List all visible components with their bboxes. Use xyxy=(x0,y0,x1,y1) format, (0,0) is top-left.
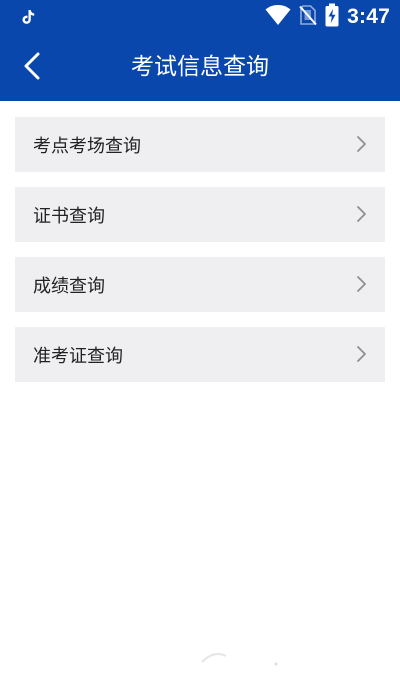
menu-item-certificate-query[interactable]: 证书查询 xyxy=(15,187,385,242)
chevron-right-icon xyxy=(355,135,367,153)
status-bar: 3:47 xyxy=(0,0,400,34)
back-button[interactable] xyxy=(14,48,50,88)
menu-item-label: 成绩查询 xyxy=(33,275,105,297)
query-menu: 考点考场查询 证书查询 成绩查询 准考证查询 xyxy=(15,117,385,397)
menu-item-label: 准考证查询 xyxy=(33,345,123,367)
battery-charging-icon xyxy=(325,3,339,31)
chevron-left-icon xyxy=(22,51,42,85)
menu-item-admission-ticket-query[interactable]: 准考证查询 xyxy=(15,327,385,382)
navigation-bar: 考试信息查询 xyxy=(0,34,400,101)
menu-item-exam-venue-query[interactable]: 考点考场查询 xyxy=(15,117,385,172)
menu-item-score-query[interactable]: 成绩查询 xyxy=(15,257,385,312)
chevron-right-icon xyxy=(355,345,367,363)
status-time: 3:47 xyxy=(347,5,390,28)
menu-item-label: 考点考场查询 xyxy=(33,135,141,157)
menu-item-label: 证书查询 xyxy=(33,205,105,227)
chevron-right-icon xyxy=(355,205,367,223)
wifi-icon xyxy=(265,4,291,30)
tiktok-icon xyxy=(18,7,38,27)
app-header: 3:47 考试信息查询 xyxy=(0,0,400,101)
chevron-right-icon xyxy=(355,275,367,293)
page-title: 考试信息查询 xyxy=(131,54,269,80)
background-watermark xyxy=(200,648,280,668)
no-sim-icon xyxy=(299,4,317,30)
